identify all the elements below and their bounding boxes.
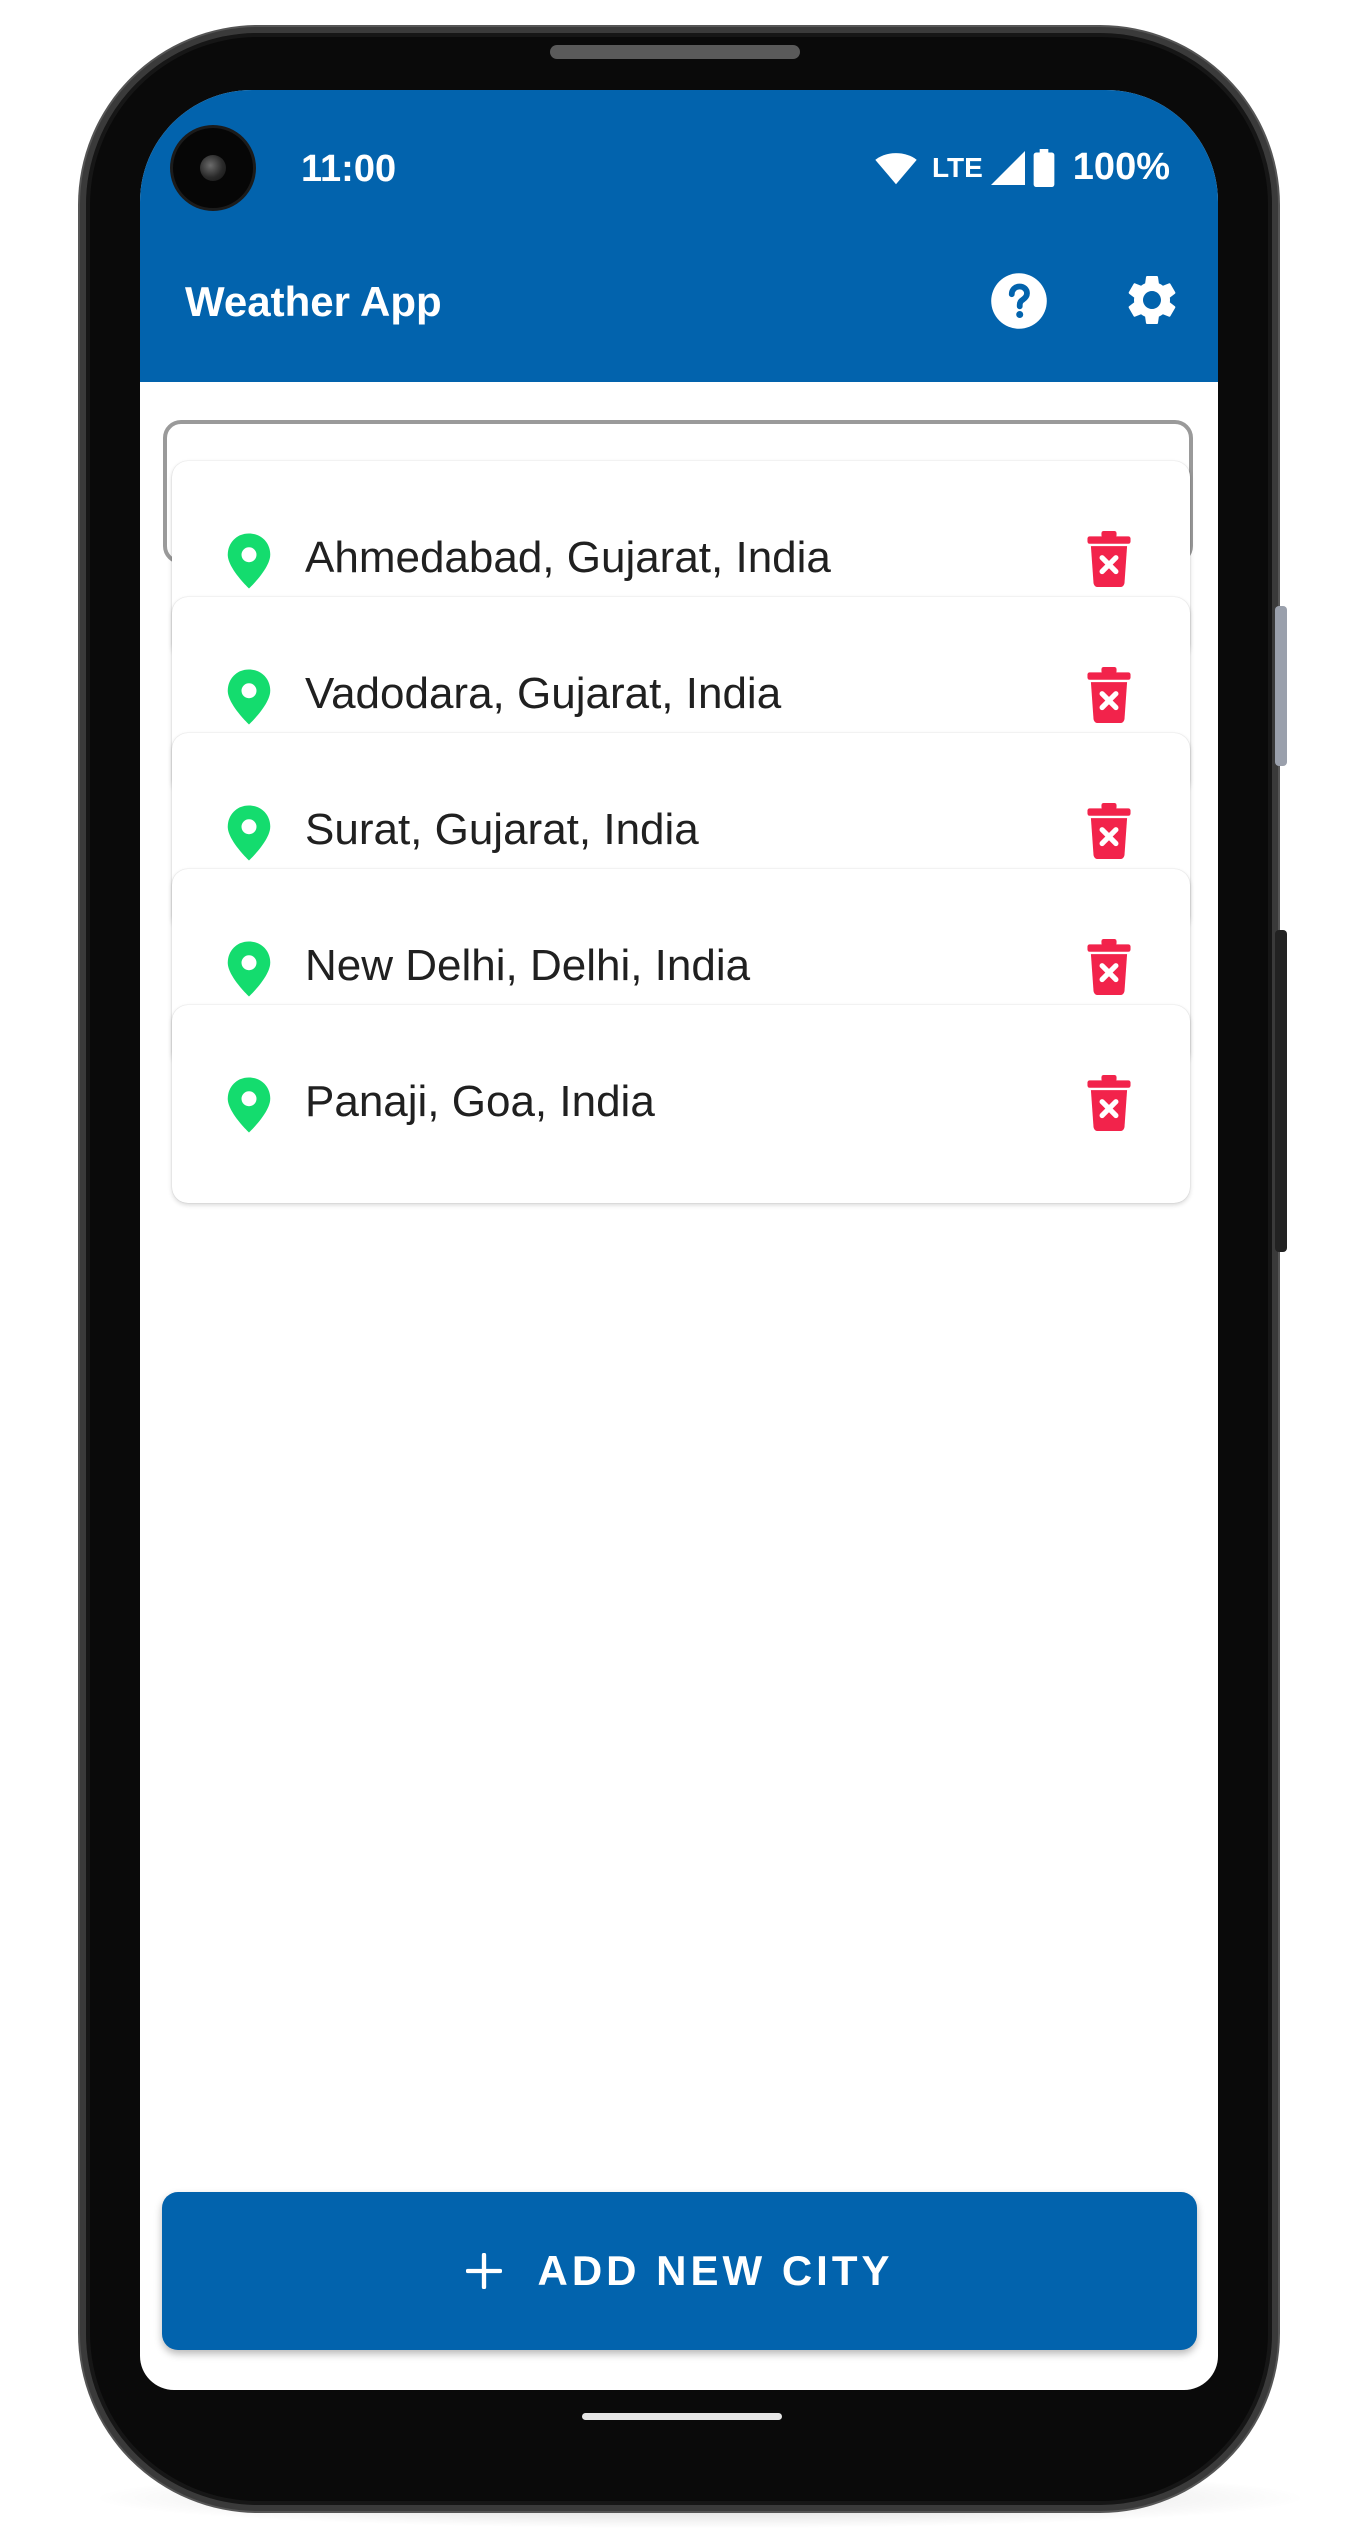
delete-icon[interactable] bbox=[1087, 667, 1131, 723]
location-pin-icon bbox=[227, 669, 271, 725]
network-type: LTE bbox=[931, 151, 983, 183]
add-new-city-label: ADD NEW CITY bbox=[537, 2247, 894, 2294]
location-pin-icon bbox=[227, 941, 271, 997]
location-pin-icon bbox=[227, 533, 271, 589]
delete-icon[interactable] bbox=[1087, 531, 1131, 587]
front-camera bbox=[173, 128, 253, 208]
status-time: 11:00 bbox=[301, 148, 397, 190]
phone-screen: 11:00 LTE 100% Weather App Search City A… bbox=[140, 90, 1218, 2390]
status-icons: LTE 100% bbox=[874, 146, 1170, 189]
delete-icon[interactable] bbox=[1087, 939, 1131, 995]
city-name: Ahmedabad, Gujarat, India bbox=[305, 533, 831, 582]
add-new-city-button[interactable]: ADD NEW CITY bbox=[162, 2192, 1197, 2350]
city-card-panaji[interactable]: Panaji, Goa, India bbox=[172, 1005, 1190, 1203]
gear-icon[interactable] bbox=[1122, 270, 1182, 330]
phone-volume-button bbox=[1275, 930, 1287, 1252]
delete-icon[interactable] bbox=[1087, 803, 1131, 859]
phone-speaker bbox=[550, 45, 800, 59]
city-name: Vadodara, Gujarat, India bbox=[305, 669, 782, 718]
battery-icon bbox=[1033, 148, 1055, 187]
app-bar: 11:00 LTE 100% Weather App bbox=[140, 90, 1218, 382]
phone-power-button bbox=[1275, 606, 1287, 766]
city-name: Surat, Gujarat, India bbox=[305, 805, 699, 854]
city-name: Panaji, Goa, India bbox=[305, 1077, 655, 1126]
delete-icon[interactable] bbox=[1087, 1075, 1131, 1131]
location-pin-icon bbox=[227, 1077, 271, 1133]
app-title: Weather App bbox=[185, 278, 442, 325]
signal-icon bbox=[990, 150, 1025, 185]
location-pin-icon bbox=[227, 805, 271, 861]
city-name: New Delhi, Delhi, India bbox=[305, 941, 751, 990]
home-indicator[interactable] bbox=[582, 2413, 782, 2420]
wifi-icon bbox=[875, 152, 917, 184]
plus-icon bbox=[465, 2253, 502, 2289]
battery-percent: 100% bbox=[1072, 146, 1170, 188]
help-icon[interactable] bbox=[990, 272, 1048, 330]
